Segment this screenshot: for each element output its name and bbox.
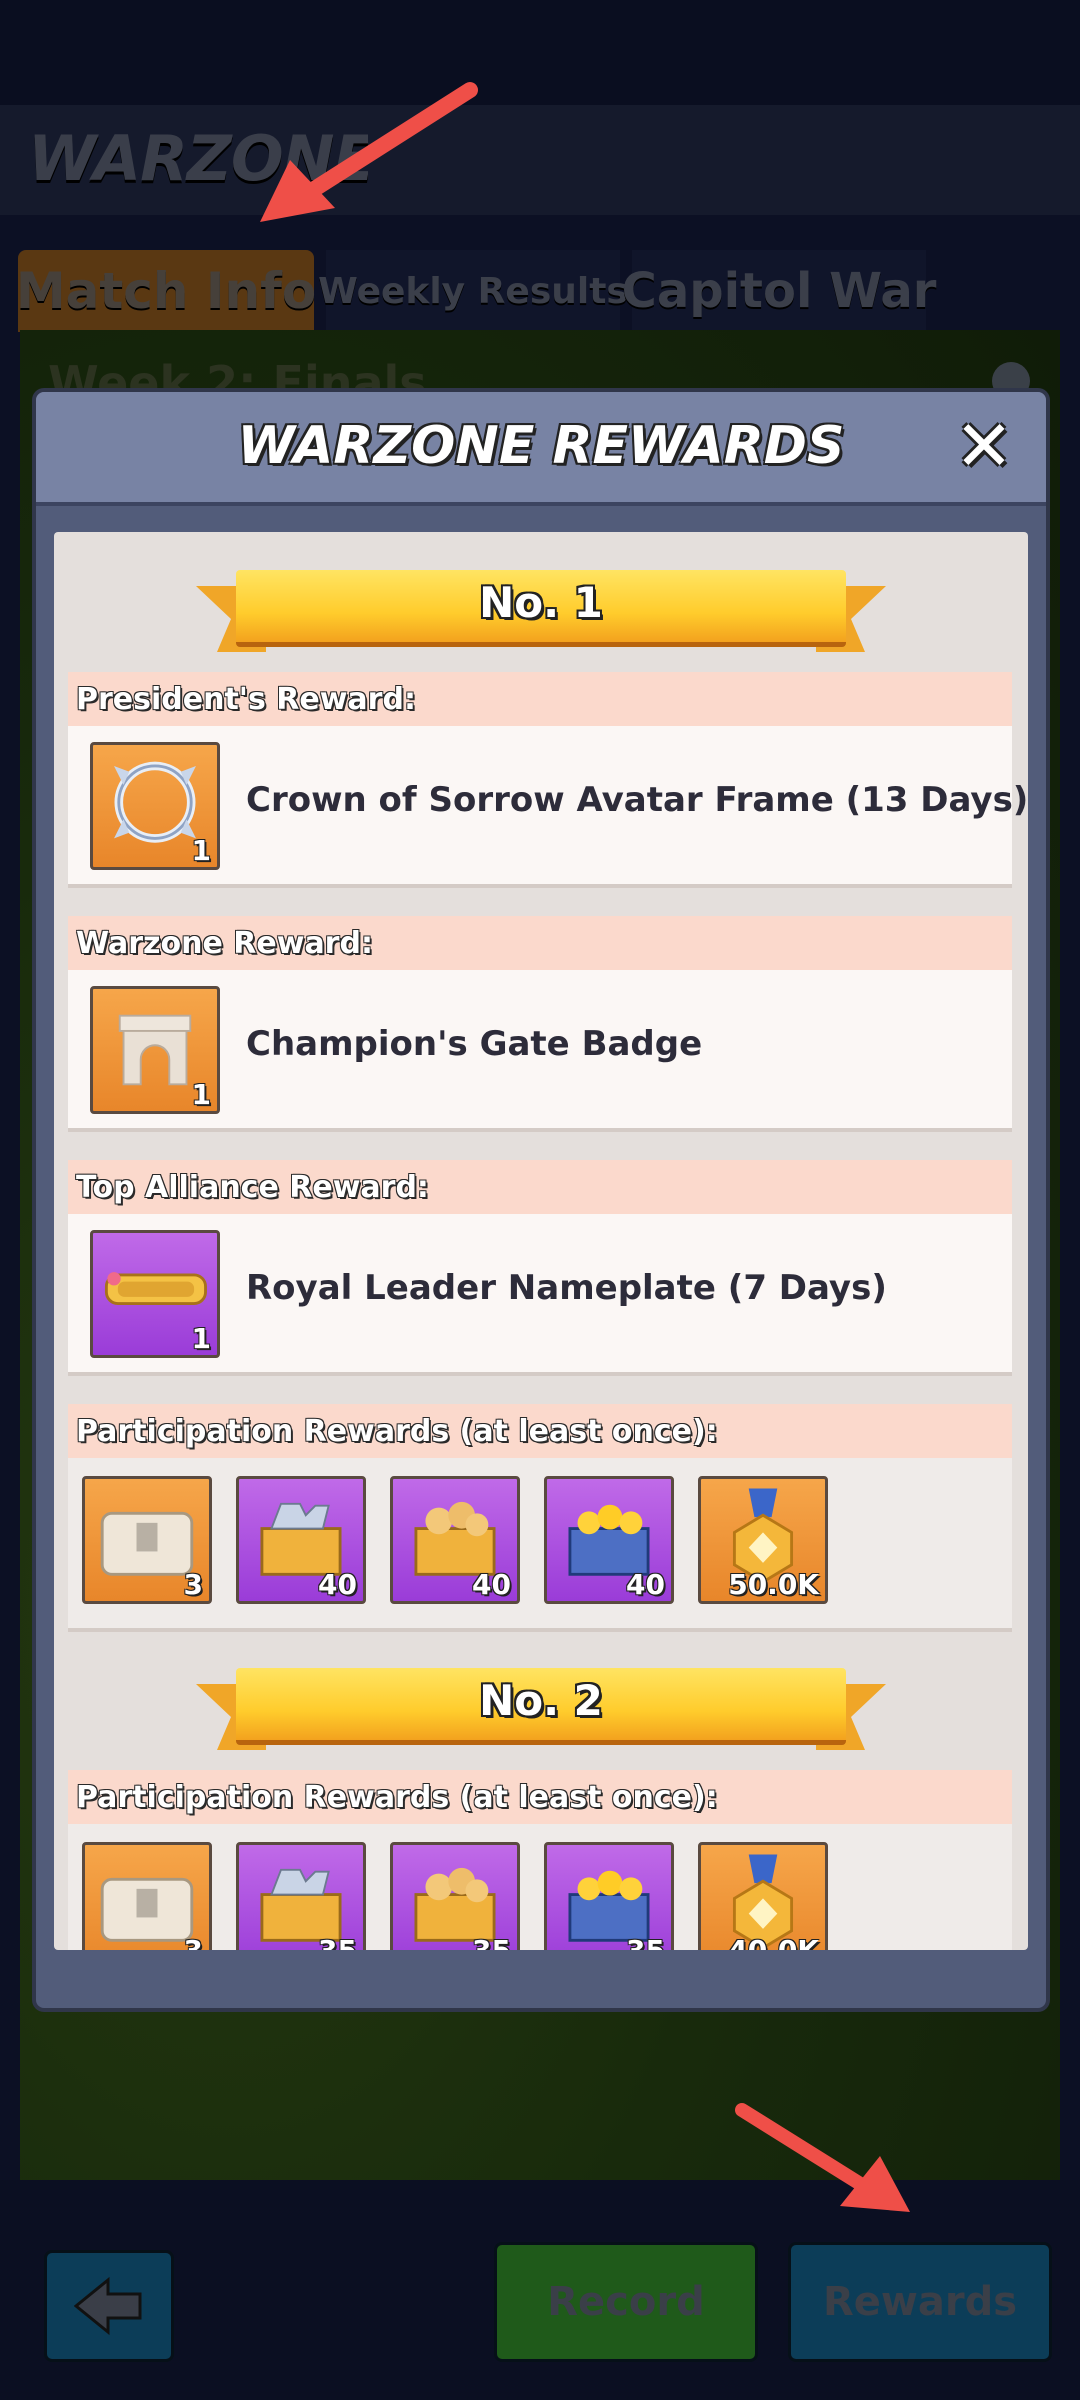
rewards-button[interactable]: Rewards <box>788 2242 1052 2362</box>
nameplate-icon[interactable]: 1 <box>90 1230 220 1358</box>
rewards-list[interactable]: No. 1 President's Reward: 1 Crown of Sor… <box>54 532 1028 1950</box>
section-header: President's Reward: <box>68 672 1012 726</box>
tab-capitol-war[interactable]: Capitol War <box>622 250 936 332</box>
item-quantity: 40 <box>626 1568 665 1601</box>
section-header: Top Alliance Reward: <box>68 1160 1012 1214</box>
record-button[interactable]: Record <box>494 2242 758 2362</box>
modal-title: WARZONE REWARDS <box>237 416 845 476</box>
participation-rewards-section-2: Participation Rewards (at least once): 3… <box>68 1770 1012 1950</box>
section-header: Participation Rewards (at least once): <box>68 1404 1012 1458</box>
annotation-arrow-bottom <box>735 2103 910 2212</box>
tab-weekly-results[interactable]: Weekly Results <box>318 250 628 332</box>
section-header: Warzone Reward: <box>68 916 1012 970</box>
item-name: Crown of Sorrow Avatar Frame (13 Days) <box>246 780 1028 820</box>
medal-icon[interactable]: 50.0K <box>698 1476 828 1604</box>
section-header: Participation Rewards (at least once): <box>68 1770 1012 1824</box>
tab-match-info[interactable]: Match Info <box>16 250 316 332</box>
status-area <box>0 0 1080 105</box>
food-crate-icon[interactable]: 40 <box>390 1476 520 1604</box>
item-quantity: 50.0K <box>728 1568 819 1601</box>
back-button[interactable] <box>44 2250 174 2362</box>
item-name: Royal Leader Nameplate (7 Days) <box>246 1268 887 1308</box>
rank-label: No. 2 <box>479 1676 603 1725</box>
participation-rewards-section-1: Participation Rewards (at least once): 3… <box>68 1404 1012 1632</box>
close-icon[interactable]: ✕ <box>952 411 1016 481</box>
steel-crate-icon[interactable]: 35 <box>236 1842 366 1950</box>
top-alliance-reward-section: Top Alliance Reward: 1 Royal Leader Name… <box>68 1160 1012 1376</box>
modal-header: WARZONE REWARDS ✕ <box>36 392 1046 506</box>
rank-banner-2: No. 2 <box>196 1668 886 1750</box>
rank-label: No. 1 <box>479 578 603 627</box>
item-quantity: 35 <box>472 1934 511 1950</box>
steel-crate-icon[interactable]: 40 <box>236 1476 366 1604</box>
rank-banner-1: No. 1 <box>196 570 886 652</box>
chest-icon[interactable]: 3 <box>82 1476 212 1604</box>
item-quantity: 1 <box>191 834 211 867</box>
medal-icon[interactable]: 40.0K <box>698 1842 828 1950</box>
item-quantity: 3 <box>184 1934 203 1950</box>
item-quantity: 40.0K <box>728 1934 819 1950</box>
back-arrow-icon <box>74 2276 142 2336</box>
warzone-reward-section: Warzone Reward: 1 Champion's Gate Badge <box>68 916 1012 1132</box>
item-quantity: 35 <box>626 1934 665 1950</box>
rewards-modal: WARZONE REWARDS ✕ No. 1 President's Rewa… <box>36 392 1046 2008</box>
item-quantity: 1 <box>191 1322 211 1355</box>
item-quantity: 3 <box>183 1568 203 1601</box>
food-crate-icon[interactable]: 35 <box>390 1842 520 1950</box>
gold-crate-icon[interactable]: 35 <box>544 1842 674 1950</box>
item-name: Champion's Gate Badge <box>246 1024 703 1064</box>
gate-badge-icon[interactable]: 1 <box>90 986 220 1114</box>
gold-crate-icon[interactable]: 40 <box>544 1476 674 1604</box>
avatar-frame-icon[interactable]: 1 <box>90 742 220 870</box>
annotation-arrow-top <box>260 82 478 222</box>
president-reward-section: President's Reward: 1 Crown of Sorrow Av… <box>68 672 1028 888</box>
item-quantity: 40 <box>472 1568 511 1601</box>
chest-icon[interactable]: 3 <box>82 1842 212 1950</box>
item-quantity: 40 <box>318 1568 357 1601</box>
item-quantity: 1 <box>191 1078 211 1111</box>
item-quantity: 35 <box>318 1934 357 1950</box>
